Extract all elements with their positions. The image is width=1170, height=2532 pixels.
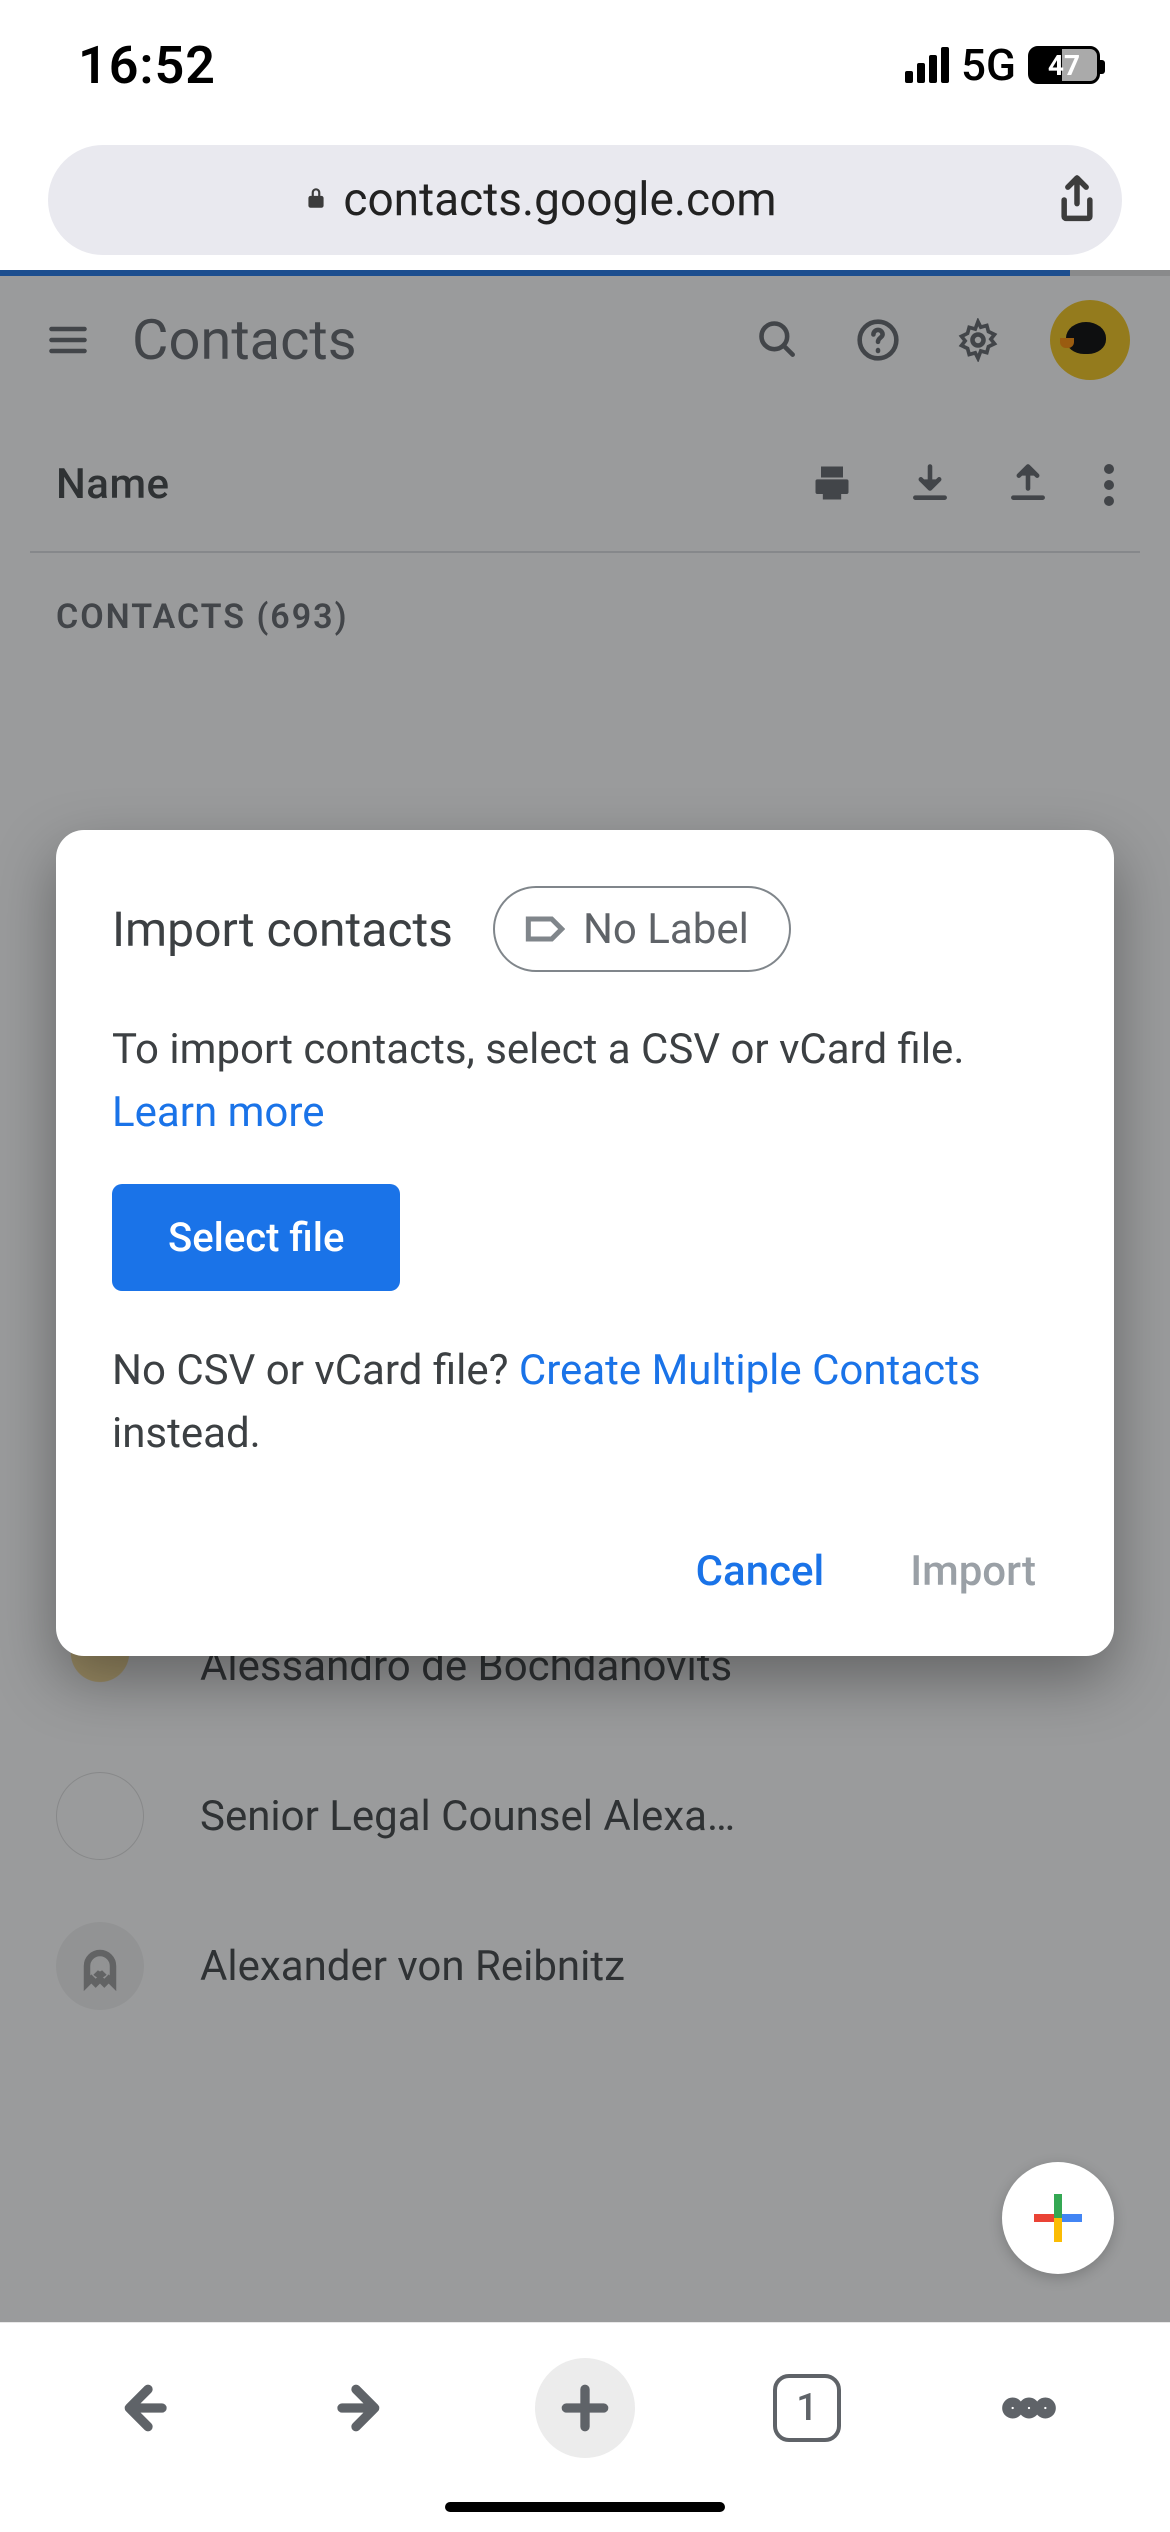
battery-indicator: 47: [1028, 46, 1100, 84]
learn-more-link[interactable]: Learn more: [112, 1088, 324, 1137]
create-multiple-contacts-link[interactable]: Create Multiple Contacts: [519, 1346, 981, 1395]
google-plus-icon: [1034, 2194, 1082, 2242]
tabs-button[interactable]: 1: [757, 2358, 857, 2458]
lock-icon: [303, 183, 329, 217]
url-text: contacts.google.com: [343, 173, 776, 227]
tab-count: 1: [773, 2374, 841, 2442]
forward-button[interactable]: [313, 2358, 413, 2458]
status-bar: 16:52 5G 47: [0, 0, 1170, 130]
back-button[interactable]: [91, 2358, 191, 2458]
label-chip-text: No Label: [583, 905, 749, 954]
cancel-button[interactable]: Cancel: [688, 1529, 833, 1614]
browser-url-bar[interactable]: contacts.google.com: [48, 145, 1122, 255]
browser-toolbar: 1: [0, 2322, 1170, 2532]
dialog-title: Import contacts: [112, 901, 453, 958]
import-button[interactable]: Import: [902, 1529, 1044, 1614]
import-contacts-dialog: Import contacts No Label To import conta…: [56, 830, 1114, 1656]
browser-menu-button[interactable]: [979, 2358, 1079, 2458]
create-contact-fab[interactable]: [1002, 2162, 1114, 2274]
signal-icon: [905, 47, 949, 83]
new-tab-button[interactable]: [535, 2358, 635, 2458]
label-selector-chip[interactable]: No Label: [493, 886, 791, 972]
contacts-app: Contacts Name CONTACTS (693): [0, 270, 1170, 2322]
status-right: 5G 47: [905, 39, 1100, 91]
select-file-button[interactable]: Select file: [112, 1184, 400, 1291]
network-type: 5G: [961, 39, 1016, 91]
dialog-alt-text: No CSV or vCard file? Create Multiple Co…: [112, 1339, 1058, 1465]
home-indicator: [445, 2502, 725, 2512]
battery-level: 47: [1048, 49, 1080, 82]
share-icon[interactable]: [1032, 174, 1122, 226]
status-time: 16:52: [78, 35, 216, 96]
dialog-description: To import contacts, select a CSV or vCar…: [112, 1018, 1058, 1144]
